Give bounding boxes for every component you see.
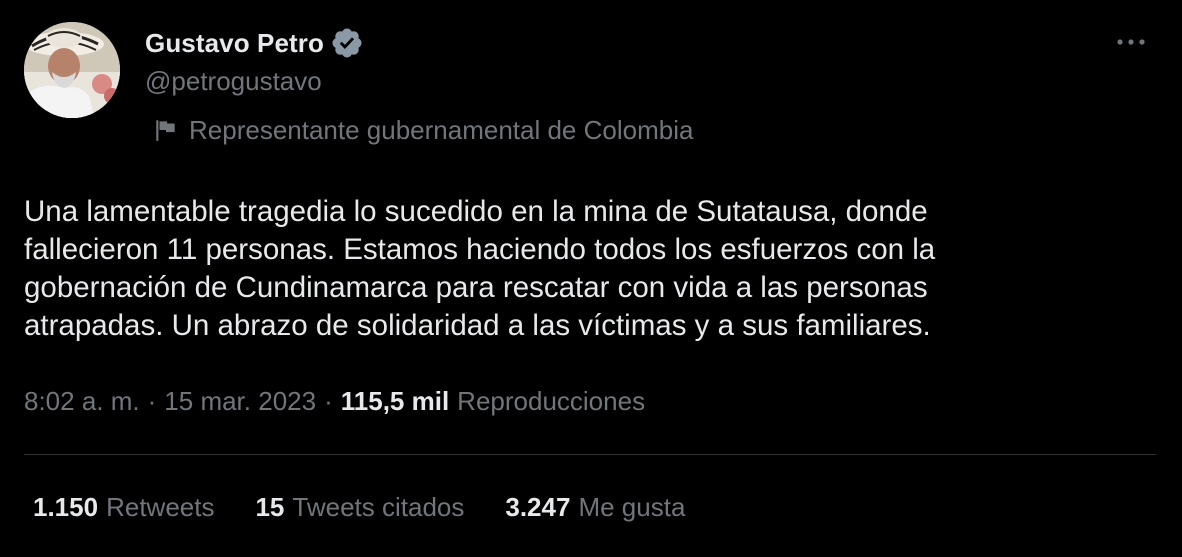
quote-tweets-stat[interactable]: 15 Tweets citados	[255, 492, 464, 523]
affiliation-label-row: Representante gubernamental de Colombia	[153, 114, 693, 146]
separator-dot: ·	[147, 386, 157, 416]
tweet-card: Gustavo Petro @petrogustavo Representant…	[0, 0, 1182, 557]
avatar[interactable]	[24, 22, 120, 118]
quote-tweets-count[interactable]: 15	[255, 492, 284, 523]
likes-stat[interactable]: 3.247 Me gusta	[505, 492, 685, 523]
author-handle[interactable]: @petrogustavo	[145, 66, 322, 97]
separator-dot: ·	[324, 386, 333, 416]
likes-label[interactable]: Me gusta	[578, 492, 685, 523]
likes-count[interactable]: 3.247	[505, 492, 570, 523]
retweets-stat[interactable]: 1.150 Retweets	[33, 492, 214, 523]
affiliation-text: Representante gubernamental de Colombia	[189, 114, 694, 145]
quote-tweets-label[interactable]: Tweets citados	[292, 492, 464, 523]
views-count[interactable]: 115,5 mil	[341, 386, 449, 417]
more-options-button[interactable]	[1112, 26, 1150, 58]
retweets-label[interactable]: Retweets	[106, 492, 214, 523]
views-label[interactable]: Reproducciones	[457, 386, 645, 417]
tweet-metadata: 8:02 a. m. · 15 mar. 2023 · 115,5 mil Re…	[24, 386, 645, 417]
tweet-time[interactable]: 8:02 a. m.	[24, 386, 140, 417]
flag-icon	[156, 120, 175, 141]
author-name-row: Gustavo Petro	[145, 26, 364, 60]
engagement-stats: 1.150 Retweets 15 Tweets citados 3.247 M…	[33, 492, 726, 523]
verified-badge-icon[interactable]	[330, 26, 364, 60]
display-name[interactable]: Gustavo Petro	[145, 28, 324, 59]
avatar-image	[24, 22, 120, 118]
divider	[24, 454, 1156, 455]
more-options-icon	[1117, 39, 1145, 45]
tweet-text: Una lamentable tragedia lo sucedido en l…	[24, 195, 936, 342]
retweets-count[interactable]: 1.150	[33, 492, 98, 523]
tweet-date[interactable]: 15 mar. 2023	[164, 386, 316, 417]
